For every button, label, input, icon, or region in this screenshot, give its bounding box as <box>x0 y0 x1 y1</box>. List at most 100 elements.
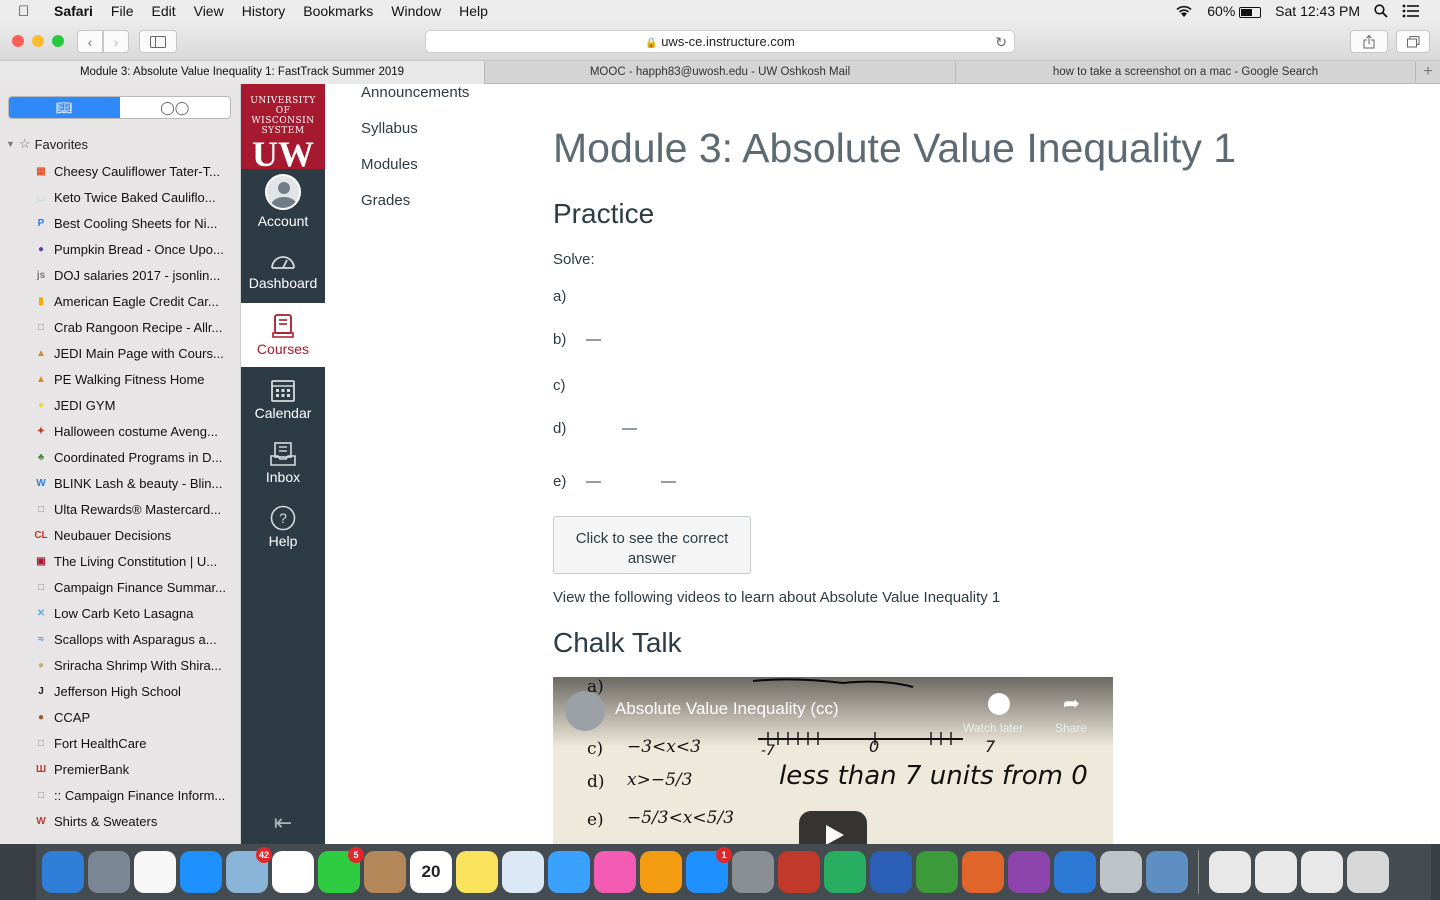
bookmark-item[interactable]: ▮ American Eagle Credit Car... <box>34 288 234 314</box>
forward-button[interactable]: › <box>103 30 129 53</box>
reading-list-segment[interactable]: ◯◯ <box>120 97 231 118</box>
tab-mooc-mail[interactable]: MOOC - happh83@uwosh.edu - UW Oshkosh Ma… <box>485 61 956 84</box>
nav-inbox[interactable]: Inbox <box>241 431 325 495</box>
bookmark-item[interactable]: ✕ Low Carb Keto Lasagna <box>34 600 234 626</box>
photos-icon[interactable] <box>134 851 176 893</box>
channel-avatar[interactable] <box>565 691 605 731</box>
bookmark-item[interactable]: ◡ Keto Twice Baked Cauliflo... <box>34 184 234 210</box>
mail-icon[interactable]: 42 <box>226 847 272 893</box>
clock[interactable]: Sat 12:43 PM <box>1275 3 1360 19</box>
bookmark-item[interactable]: CL Neubauer Decisions <box>34 522 234 548</box>
bookmark-item[interactable]: ● CCAP <box>34 704 234 730</box>
reload-icon[interactable]: ↻ <box>995 31 1007 53</box>
bookmarks-segment[interactable]: 📖︎ <box>9 97 120 118</box>
numbers-icon[interactable] <box>824 851 866 893</box>
photo-folder-icon[interactable] <box>1146 851 1188 893</box>
itunes-icon[interactable] <box>594 851 636 893</box>
spotlight-search-icon[interactable] <box>1374 4 1388 18</box>
bookmark-item[interactable]: W Shirts & Sweaters <box>34 808 234 834</box>
close-window-button[interactable] <box>12 35 24 47</box>
bookmark-item[interactable]: □ Campaign Finance Summar... <box>34 574 234 600</box>
reminders-icon[interactable] <box>272 851 314 893</box>
tab-module-3[interactable]: Module 3: Absolute Value Inequality 1: F… <box>0 61 485 84</box>
word-icon[interactable] <box>870 851 912 893</box>
collapse-nav-button[interactable]: ⇤ <box>241 810 325 836</box>
bookmark-item[interactable]: ≈ Scallops with Asparagus a... <box>34 626 234 652</box>
menu-bookmarks[interactable]: Bookmarks <box>303 3 373 19</box>
launchpad-icon[interactable] <box>88 851 130 893</box>
bookmark-item[interactable]: js DOJ salaries 2017 - jsonlin... <box>34 262 234 288</box>
bookmark-item[interactable]: ▦ Cheesy Cauliflower Tater-T... <box>34 158 234 184</box>
play-button[interactable] <box>799 811 867 844</box>
show-answer-button[interactable]: Click to see the correct answer <box>553 516 751 574</box>
trash-icon[interactable] <box>1347 851 1389 893</box>
tab-google-search[interactable]: how to take a screenshot on a mac - Goog… <box>956 61 1416 84</box>
address-bar[interactable]: 🔒 uws-ce.instructure.com ↻ <box>425 30 1015 53</box>
facetime-icon[interactable]: 5 <box>318 847 364 893</box>
menu-app-name[interactable]: Safari <box>54 3 93 19</box>
video-title[interactable]: Absolute Value Inequality (cc) <box>615 699 839 719</box>
bookmark-item[interactable]: ▲ JEDI Main Page with Cours... <box>34 340 234 366</box>
nav-account[interactable]: Account <box>241 169 325 235</box>
bookmark-item[interactable]: ● JEDI GYM <box>34 392 234 418</box>
battery-percent[interactable]: 60% <box>1207 3 1262 19</box>
bookmark-item[interactable]: J Jefferson High School <box>34 678 234 704</box>
bookmark-item[interactable]: □ Crab Rangoon Recipe - Allr... <box>34 314 234 340</box>
new-tab-button[interactable]: + <box>1416 61 1440 83</box>
share-arrow-icon[interactable]: ➦ <box>1063 691 1080 716</box>
menu-window[interactable]: Window <box>391 3 441 19</box>
bookmark-item[interactable]: ● Sriracha Shrimp With Shira... <box>34 652 234 678</box>
nav-courses[interactable]: Courses <box>241 303 325 367</box>
share-button[interactable] <box>1350 30 1388 53</box>
minimize-window-button[interactable] <box>32 35 44 47</box>
finder-icon[interactable] <box>42 851 84 893</box>
bookmark-item[interactable]: □ Ulta Rewards® Mastercard... <box>34 496 234 522</box>
nav-help[interactable]: ? Help <box>241 495 325 559</box>
share-label[interactable]: Share <box>1055 721 1087 735</box>
course-nav-modules[interactable]: Modules <box>361 156 515 192</box>
watch-later-icon[interactable] <box>988 693 1010 715</box>
course-nav-grades[interactable]: Grades <box>361 192 515 228</box>
menu-edit[interactable]: Edit <box>151 3 175 19</box>
menu-view[interactable]: View <box>194 3 224 19</box>
onenote-icon[interactable] <box>1008 851 1050 893</box>
bookmark-item[interactable]: ● Pumpkin Bread - Once Upo... <box>34 236 234 262</box>
powerpoint-icon[interactable] <box>962 851 1004 893</box>
window-thumbnail-icon[interactable] <box>1209 851 1251 893</box>
sidebar-toggle-button[interactable] <box>139 30 177 53</box>
back-button[interactable]: ‹ <box>77 30 103 53</box>
bookmark-item[interactable]: ✦ Halloween costume Aveng... <box>34 418 234 444</box>
window-thumbnail-icon[interactable] <box>1255 851 1297 893</box>
notification-center-icon[interactable] <box>1402 4 1420 18</box>
bookmark-item[interactable]: W BLINK Lash & beauty - Blin... <box>34 470 234 496</box>
notes-icon[interactable] <box>456 851 498 893</box>
bookmark-item[interactable]: Ш PremierBank <box>34 756 234 782</box>
wifi-icon[interactable] <box>1175 4 1193 18</box>
bookmark-item[interactable]: ▲ PE Walking Fitness Home <box>34 366 234 392</box>
preview-icon[interactable] <box>502 851 544 893</box>
bookmark-item[interactable]: P Best Cooling Sheets for Ni... <box>34 210 234 236</box>
contacts-icon[interactable] <box>364 851 406 893</box>
filing-icon[interactable] <box>1100 851 1142 893</box>
safari-icon[interactable] <box>180 851 222 893</box>
tabs-overview-button[interactable] <box>1396 30 1430 53</box>
course-nav-announcements[interactable]: Announcements <box>361 84 515 120</box>
messages-icon[interactable] <box>548 851 590 893</box>
excel-icon[interactable] <box>916 851 958 893</box>
menu-history[interactable]: History <box>242 3 286 19</box>
apple-icon[interactable]:  <box>18 3 40 20</box>
university-logo[interactable]: UNIVERSITY OF WISCONSIN SYSTEM UW <box>241 84 325 172</box>
disclosure-triangle-icon[interactable]: ▼ <box>6 139 15 149</box>
keynote-icon[interactable] <box>778 851 820 893</box>
menu-file[interactable]: File <box>111 3 134 19</box>
nav-dashboard[interactable]: Dashboard <box>241 235 325 303</box>
bookmark-item[interactable]: □:: Campaign Finance Inform... <box>34 782 234 808</box>
fullscreen-window-button[interactable] <box>52 35 64 47</box>
system-preferences-icon[interactable] <box>732 851 774 893</box>
calendar-app-icon[interactable]: 20 <box>410 851 452 893</box>
menu-help[interactable]: Help <box>459 3 488 19</box>
nav-calendar[interactable]: Calendar <box>241 367 325 431</box>
favorites-header[interactable]: ▼ ☆ Favorites <box>6 136 88 152</box>
bookmark-item[interactable]: ▣ The Living Constitution | U... <box>34 548 234 574</box>
ibooks-icon[interactable] <box>640 851 682 893</box>
